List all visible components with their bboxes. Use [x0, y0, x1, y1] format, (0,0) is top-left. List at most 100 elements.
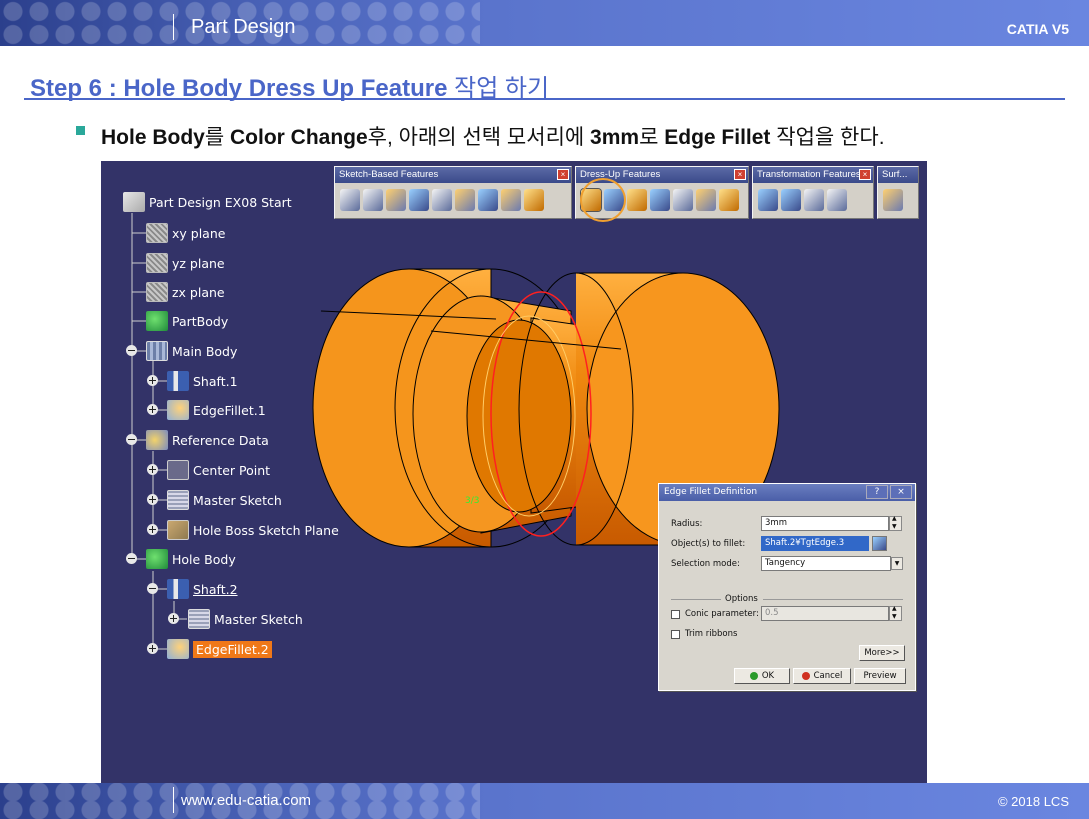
selection-mode-label: Selection mode:	[671, 559, 740, 569]
title-underline	[24, 98, 1065, 100]
edge-fillet-dialog[interactable]: Edge Fillet Definition ? × Radius: 3mm O…	[658, 483, 916, 691]
body-icon	[146, 549, 168, 569]
help-button[interactable]: ?	[866, 485, 888, 499]
part-document-icon	[123, 192, 145, 212]
tree-item-label: xy plane	[172, 225, 226, 241]
tree-item-edgefillet-1[interactable]: EdgeFillet.1	[167, 399, 266, 421]
tree-item-zx-plane[interactable]: zx plane	[146, 281, 225, 303]
toolbar-icons	[335, 183, 571, 217]
scaling-icon[interactable]	[827, 189, 847, 211]
conic-parameter-input[interactable]: 0.5	[761, 606, 889, 621]
tree-item-label: Shaft.1	[193, 373, 238, 389]
toolbar-title-text: Dress-Up Features	[580, 169, 661, 180]
expand-edgefillet2-toggle[interactable]	[147, 643, 158, 654]
tree-item-yz-plane[interactable]: yz plane	[146, 252, 225, 274]
slot-icon[interactable]	[478, 189, 498, 211]
footer-url[interactable]: www.edu-catia.com	[181, 792, 311, 809]
instruction-bold-color-change: Color Change	[230, 126, 368, 149]
tree-item-shaft-1[interactable]: Shaft.1	[167, 370, 238, 392]
pattern-icon[interactable]	[804, 189, 824, 211]
selection-mode-select[interactable]: Tangency	[761, 556, 891, 571]
radius-input[interactable]: 3mm	[761, 516, 889, 531]
tree-item-main-body[interactable]: Main Body	[146, 340, 237, 362]
tree-item-xy-plane[interactable]: xy plane	[146, 222, 225, 244]
pad-icon[interactable]	[340, 189, 360, 211]
product-label: CATIA V5	[1006, 21, 1069, 37]
expand-center-point-toggle[interactable]	[147, 464, 158, 475]
radius-spinner[interactable]	[889, 515, 902, 531]
footer-copyright: © 2018 LCS	[997, 794, 1069, 809]
expand-master-sketch-2-toggle[interactable]	[168, 613, 179, 624]
close-icon[interactable]: ×	[557, 169, 569, 180]
translation-icon[interactable]	[758, 189, 778, 211]
instruction-text-4: 작업을 한다.	[770, 126, 885, 149]
objects-to-fillet-field[interactable]: Shaft.2¥TgtEdge.3	[761, 536, 869, 551]
collapse-hole-body-toggle[interactable]	[126, 553, 137, 564]
ok-label: OK	[761, 671, 775, 681]
expand-hole-boss-plane-toggle[interactable]	[147, 524, 158, 535]
trim-ribbons-label: Trim ribbons	[685, 629, 738, 639]
cancel-button[interactable]: Cancel	[793, 668, 851, 684]
tree-item-label: zx plane	[172, 284, 225, 300]
groove-icon[interactable]	[409, 189, 429, 211]
tree-root-label: Part Design EX08 Start	[149, 194, 292, 210]
tree-item-edgefillet-2[interactable]: EdgeFillet.2	[167, 638, 272, 660]
conic-spinner[interactable]	[889, 605, 902, 621]
chevron-down-icon[interactable]: ▼	[891, 557, 903, 570]
toolbar-title: Sketch-Based Features ×	[335, 167, 571, 183]
expand-edgefillet1-toggle[interactable]	[147, 404, 158, 415]
toolbar-title-text: Transformation Features	[757, 169, 861, 180]
toolbar-sketch-based-features[interactable]: Sketch-Based Features ×	[334, 166, 572, 219]
close-icon[interactable]: ×	[734, 169, 746, 180]
edit-list-icon[interactable]	[872, 536, 887, 551]
conic-parameter-checkbox[interactable]	[671, 610, 680, 619]
more-button[interactable]: More>>	[859, 645, 905, 661]
objects-label: Object(s) to fillet:	[671, 539, 746, 549]
collapse-main-body-toggle[interactable]	[126, 345, 137, 356]
tree-root[interactable]: Part Design EX08 Start	[123, 191, 292, 213]
toolbar-surface-based-features[interactable]: Surf...	[877, 166, 919, 219]
tree-item-center-point[interactable]: Center Point	[167, 459, 270, 481]
tree-item-master-sketch-2[interactable]: Master Sketch	[188, 608, 303, 630]
multi-section-solid-icon[interactable]	[524, 189, 544, 211]
tree-item-shaft-2[interactable]: Shaft.2	[167, 578, 238, 600]
tree-item-label: Center Point	[193, 462, 271, 478]
dialog-title-bar[interactable]: Edge Fillet Definition ? ×	[659, 484, 915, 501]
ok-button[interactable]: OK	[734, 668, 790, 684]
tree-item-label: Reference Data	[172, 432, 269, 448]
instruction-text-3: 로	[639, 126, 665, 149]
rib-icon[interactable]	[455, 189, 475, 211]
body-icon	[146, 341, 168, 361]
pocket-icon[interactable]	[363, 189, 383, 211]
toolbar-title-text: Sketch-Based Features	[339, 169, 439, 180]
tree-item-reference-data[interactable]: Reference Data	[146, 429, 269, 451]
mirror-icon[interactable]	[781, 189, 801, 211]
collapse-shaft2-toggle[interactable]	[147, 583, 158, 594]
tree-item-master-sketch[interactable]: Master Sketch	[167, 489, 282, 511]
draft-icon[interactable]	[627, 189, 647, 211]
remove-face-icon[interactable]	[719, 189, 739, 211]
collapse-reference-data-toggle[interactable]	[126, 434, 137, 445]
tree-item-hole-body[interactable]: Hole Body	[146, 548, 236, 570]
tree-item-partbody[interactable]: PartBody	[146, 310, 228, 332]
hole-icon[interactable]	[432, 189, 452, 211]
toolbar-transformation-features[interactable]: Transformation Features ×	[752, 166, 874, 219]
cancel-icon	[801, 672, 810, 680]
close-button[interactable]: ×	[890, 485, 912, 499]
close-icon[interactable]: ×	[859, 169, 871, 180]
shaft-icon[interactable]	[386, 189, 406, 211]
stiffener-icon[interactable]	[501, 189, 521, 211]
tree-item-hole-boss-sketch-plane[interactable]: Hole Boss Sketch Plane	[167, 519, 339, 541]
preview-button[interactable]: Preview	[854, 668, 906, 684]
trim-ribbons-checkbox[interactable]	[671, 630, 680, 639]
plane-icon	[146, 253, 168, 273]
shaft-icon	[167, 579, 189, 599]
shell-icon[interactable]	[650, 189, 670, 211]
catia-viewport[interactable]: 3/3 Part Design EX08 Start xy plane yz p…	[101, 161, 927, 783]
thread-icon[interactable]	[696, 189, 716, 211]
expand-shaft1-toggle[interactable]	[147, 375, 158, 386]
split-icon[interactable]	[883, 189, 903, 211]
specification-tree[interactable]: Part Design EX08 Start xy plane yz plane…	[101, 161, 361, 681]
thickness-icon[interactable]	[673, 189, 693, 211]
expand-master-sketch-toggle[interactable]	[147, 494, 158, 505]
